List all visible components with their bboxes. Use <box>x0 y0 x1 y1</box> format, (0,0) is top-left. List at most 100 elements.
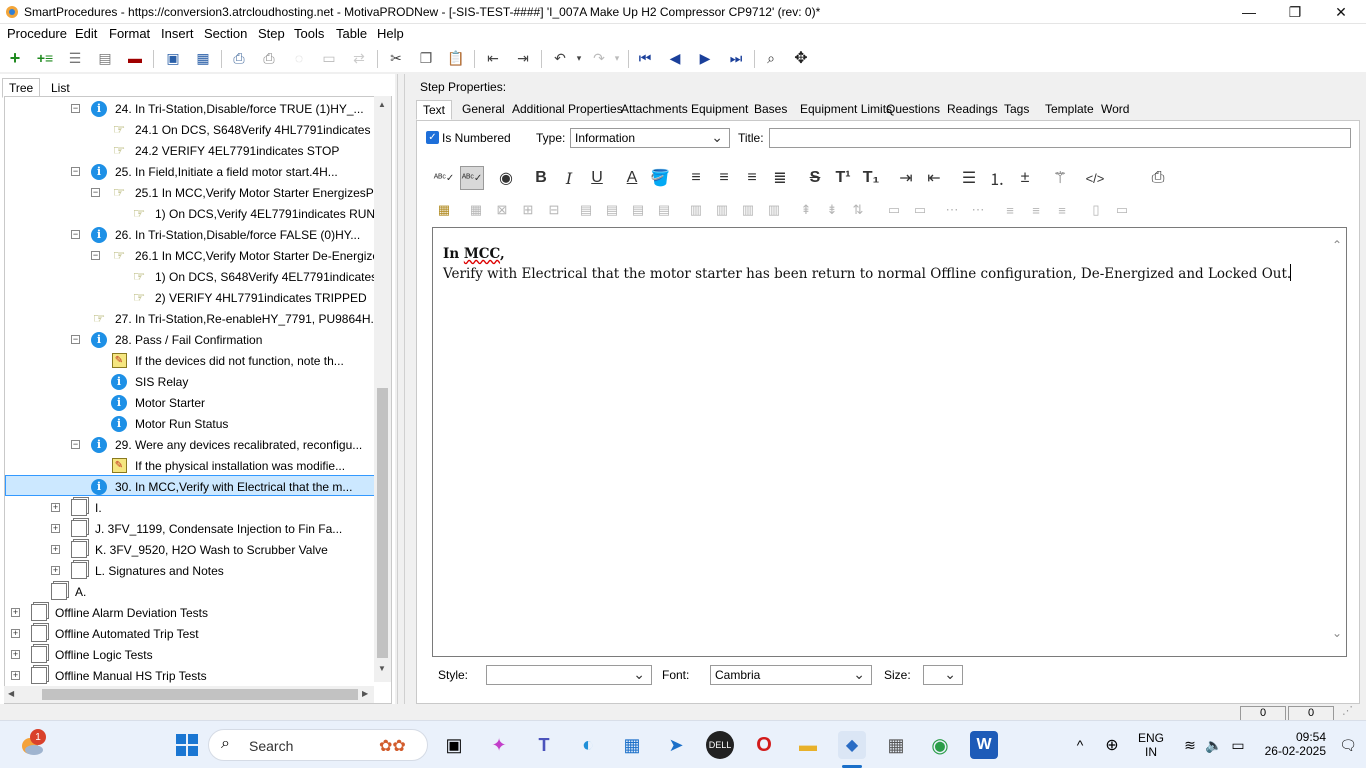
insert-column-right-icon[interactable]: ▥ <box>712 200 732 220</box>
vertical-bar-icon[interactable]: ▯ <box>1086 200 1106 220</box>
show-hidden-icons[interactable]: ^ <box>1066 731 1094 759</box>
last-step-icon[interactable]: ⏭ <box>725 48 747 68</box>
font-color-icon[interactable]: A <box>620 166 644 190</box>
menu-step[interactable]: Step <box>258 26 285 41</box>
bold-icon[interactable]: B <box>529 166 553 190</box>
decrease-indent-icon[interactable]: ⇤ <box>922 166 946 190</box>
find-icon[interactable]: ⌕ <box>760 48 782 68</box>
horizontal-rule-icon[interactable]: ± <box>1013 166 1037 190</box>
delete-column-icon[interactable]: ▥ <box>738 200 758 220</box>
cell-align-left-icon[interactable]: ≡ <box>1000 200 1020 220</box>
menu-help[interactable]: Help <box>377 26 404 41</box>
tree-item[interactable]: + Offline Logic Tests <box>11 644 155 665</box>
tree-item[interactable]: ☞ 24.2 VERIFY 4EL7791indicates STOP <box>91 140 341 161</box>
autospell-icon[interactable]: ᴬᴮᶜ✓ <box>460 166 484 190</box>
indent-icon[interactable]: ⇥ <box>512 48 534 68</box>
menu-format[interactable]: Format <box>109 26 150 41</box>
tab-equipment[interactable]: Equipment <box>685 100 754 118</box>
editor-scrollbar[interactable]: ⌃ ⌄ <box>1332 238 1346 648</box>
undo-dropdown-icon[interactable]: ▾ <box>568 48 590 68</box>
cell-border-icon[interactable]: ▭ <box>884 200 904 220</box>
paste-icon[interactable]: 📋 <box>445 48 467 68</box>
collapse-icon[interactable]: − <box>71 104 80 113</box>
tab-additional-properties[interactable]: Additional Properties <box>506 100 629 118</box>
move-down-icon[interactable]: ⇟ <box>822 200 842 220</box>
split-cells-icon[interactable]: ⊟ <box>544 200 564 220</box>
move-icon[interactable]: ✥ <box>790 48 812 68</box>
align-right-icon[interactable]: ≡ <box>740 166 764 190</box>
tab-attachments[interactable]: Attachments <box>615 100 694 118</box>
chrome-icon[interactable]: ◉ <box>926 731 954 759</box>
scroll-thumb[interactable] <box>377 388 388 658</box>
editor-scroll-up-icon[interactable]: ⌃ <box>1332 238 1342 252</box>
spellcheck-icon[interactable]: ᴬᴮᶜ✓ <box>432 166 456 190</box>
insert-row-above-icon[interactable]: ▤ <box>576 200 596 220</box>
scroll-down-icon[interactable]: ▼ <box>378 664 386 673</box>
tab-readings[interactable]: Readings <box>941 100 1004 118</box>
tab-text[interactable]: Text <box>416 100 453 120</box>
insert-table-icon[interactable]: ▦ <box>434 200 454 220</box>
outdent-icon[interactable]: ⇤ <box>482 48 504 68</box>
color-wheel-icon[interactable]: ◉ <box>494 166 518 190</box>
tab-general[interactable]: General <box>456 100 511 118</box>
restore-button[interactable]: ❐ <box>1272 0 1318 24</box>
type-select[interactable]: Information <box>570 128 730 148</box>
font-select[interactable]: Cambria <box>710 665 872 685</box>
collapse-icon[interactable]: − <box>91 251 100 260</box>
tree-item[interactable]: i Motor Run Status <box>91 413 230 434</box>
menu-procedure[interactable]: Procedure <box>7 26 67 41</box>
subscript-icon[interactable]: T₁ <box>859 166 883 190</box>
menu-table[interactable]: Table <box>336 26 367 41</box>
insert-column-left-icon[interactable]: ▥ <box>686 200 706 220</box>
horizontal-bar-icon[interactable]: ▭ <box>1112 200 1132 220</box>
editor-scroll-down-icon[interactable]: ⌄ <box>1332 626 1342 640</box>
tree-item[interactable]: − i 25. In Field,Initiate a field motor st… <box>71 161 340 182</box>
collapse-icon[interactable]: − <box>71 440 80 449</box>
preview-icon[interactable]: ▭ <box>318 48 340 68</box>
tree-item[interactable]: ☞ 27. In Tri-Station,Re-enableHY_7791, PU… <box>71 308 383 329</box>
task-view-icon[interactable]: ▣ <box>440 731 468 759</box>
network-status-icon[interactable]: ⊕ <box>1098 731 1126 759</box>
table-properties-icon[interactable]: ▦ <box>466 200 486 220</box>
merge-cells-icon[interactable]: ⊞ <box>518 200 538 220</box>
tree-item[interactable]: + Offline Alarm Deviation Tests <box>11 602 210 623</box>
tree-vertical-scrollbar[interactable]: ▲ ▼ <box>374 96 391 682</box>
tree-item[interactable]: i Motor Starter <box>91 392 207 413</box>
tree-item[interactable]: + Offline Automated Trip Test <box>11 623 201 644</box>
refresh-icon[interactable]: ◌ <box>288 48 310 68</box>
increase-indent-icon[interactable]: ⇥ <box>894 166 918 190</box>
print-preview-icon[interactable]: ⎙ <box>1146 166 1170 190</box>
collapse-icon[interactable]: − <box>91 188 100 197</box>
tree-item[interactable]: ✎ If the physical installation was modifi… <box>91 455 347 476</box>
text-editor[interactable] <box>432 227 1347 657</box>
justify-icon[interactable]: ≣ <box>768 166 792 190</box>
move-up-icon[interactable]: ⇞ <box>796 200 816 220</box>
delete-row-icon[interactable]: ▤ <box>628 200 648 220</box>
tree-item[interactable]: + I. <box>51 497 104 518</box>
copilot-icon[interactable]: ✦ <box>485 731 513 759</box>
opera-icon[interactable]: O <box>750 731 778 759</box>
cell-properties-icon[interactable]: ⊠ <box>492 200 512 220</box>
row-style-icon[interactable]: ▤ <box>654 200 674 220</box>
align-center-icon[interactable]: ≡ <box>712 166 736 190</box>
tree-item[interactable]: − ☞ 26.1 In MCC,Verify Motor Starter De-En… <box>91 245 391 266</box>
scroll-up-icon[interactable]: ▲ <box>378 100 386 109</box>
tree-item[interactable]: − i 29. Were any devices recalibrated, rec… <box>71 434 364 455</box>
scroll-right-icon[interactable]: ▶ <box>362 689 368 698</box>
tree-item[interactable]: ☞ 24.1 On DCS, S648Verify 4HL7791indicate… <box>91 119 391 140</box>
expand-icon[interactable]: + <box>11 650 20 659</box>
expand-icon[interactable]: + <box>11 671 20 680</box>
html-source-icon[interactable]: </> <box>1083 166 1107 190</box>
editor-content[interactable]: In MCC, Verify with Electrical that the … <box>443 244 1291 284</box>
calculator-icon[interactable]: ▦ <box>882 731 910 759</box>
highlight-icon[interactable]: 🪣 <box>648 166 672 190</box>
previous-step-icon[interactable]: ◀ <box>664 48 686 68</box>
tab-word[interactable]: Word <box>1095 100 1135 118</box>
first-step-icon[interactable]: ⏮ <box>634 48 656 68</box>
menu-tools[interactable]: Tools <box>294 26 324 41</box>
cell-shading-icon[interactable]: ▭ <box>910 200 930 220</box>
delete-icon[interactable]: ▬ <box>124 48 146 68</box>
menu-insert[interactable]: Insert <box>161 26 194 41</box>
add-icon[interactable]: + <box>4 48 26 68</box>
cut-icon[interactable]: ✂ <box>385 48 407 68</box>
